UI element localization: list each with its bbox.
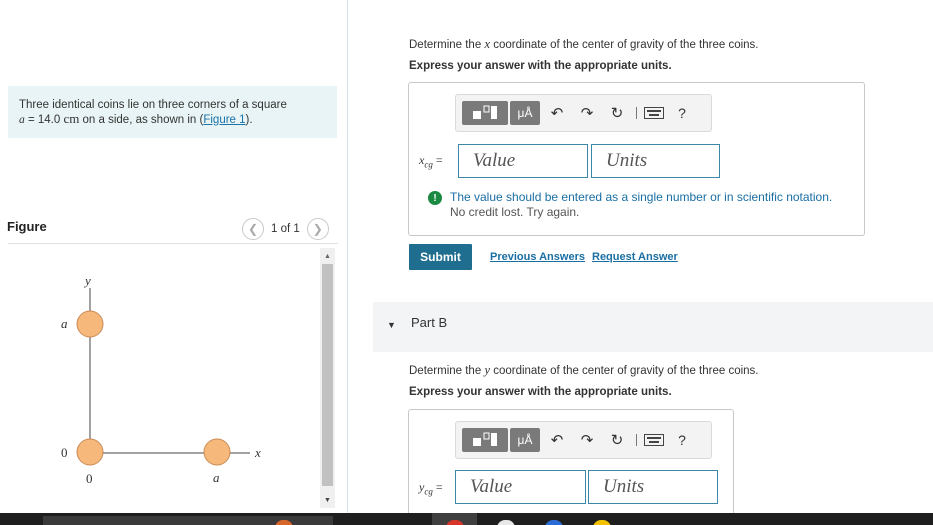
- help-icon[interactable]: ?: [669, 432, 695, 448]
- part-a-value-input[interactable]: Value: [458, 144, 588, 178]
- part-a-var-sub: cg: [424, 159, 433, 170]
- units-icon[interactable]: μÅ: [510, 428, 540, 452]
- chevron-right-icon[interactable]: ❯: [306, 218, 329, 240]
- problem-text-end: ).: [245, 114, 253, 126]
- coin-figure: y x a 0 0 a: [0, 248, 318, 513]
- part-b-value-input[interactable]: Value: [455, 470, 586, 504]
- part-a-question-text: Determine the: [409, 39, 485, 51]
- figure-link[interactable]: Figure 1: [203, 114, 245, 126]
- part-a-toolbar: μÅ ↶ ↷ ↻ ?: [455, 94, 712, 132]
- y-tick-label-0: 0: [61, 445, 68, 460]
- taskbar-app-icon[interactable]: [545, 520, 563, 525]
- template-icon[interactable]: [462, 101, 508, 125]
- figure-pager: ❮ 1 of 1 ❯: [242, 218, 329, 240]
- coin-origin: [76, 438, 104, 466]
- taskbar-app-icon[interactable]: [497, 520, 515, 525]
- coin-top-left: [76, 310, 104, 338]
- help-label: ?: [678, 105, 686, 121]
- undo-icon[interactable]: ↶: [542, 428, 572, 452]
- os-taskbar: [0, 513, 933, 525]
- part-a-units-input[interactable]: Units: [591, 144, 720, 178]
- part-b-question-text-end: coordinate of the center of gravity of t…: [490, 365, 759, 377]
- scroll-down-arrow-icon[interactable]: ▼: [320, 494, 335, 506]
- scroll-thumb[interactable]: [322, 264, 333, 486]
- template-icon[interactable]: [462, 428, 508, 452]
- feedback-message: The value should be entered as a single …: [450, 190, 833, 204]
- problem-value: = 14.0: [24, 114, 64, 126]
- x-tick-label-0: 0: [86, 471, 93, 486]
- part-b-instruction: Express your answer with the appropriate…: [409, 386, 672, 398]
- coin-diagram: y x a 0 0 a: [61, 273, 261, 486]
- figure-heading: Figure: [7, 219, 47, 234]
- part-b-title: Part B: [411, 315, 448, 330]
- part-b-toolbar: μÅ ↶ ↷ ↻ ?: [455, 421, 712, 459]
- units-button-label: μÅ: [517, 433, 533, 447]
- caret-down-icon[interactable]: ▼: [387, 320, 396, 330]
- chevron-left-icon[interactable]: ❮: [242, 218, 264, 240]
- keyboard-icon[interactable]: [639, 428, 669, 452]
- part-a-question: Determine the x coordinate of the center…: [409, 37, 759, 52]
- x-axis-label: x: [254, 445, 261, 460]
- toolbar-separator: [636, 107, 637, 119]
- problem-unit: cm: [63, 111, 80, 126]
- part-a-question-text-end: coordinate of the center of gravity of t…: [490, 39, 759, 51]
- submit-button[interactable]: Submit: [409, 244, 472, 270]
- alert-icon: !: [428, 191, 442, 205]
- redo-icon[interactable]: ↷: [572, 101, 602, 125]
- x-tick-label-a: a: [213, 470, 220, 485]
- coin-bottom-right: [203, 438, 231, 466]
- part-b-header[interactable]: ▼ Part B: [373, 302, 933, 352]
- part-b-question: Determine the y coordinate of the center…: [409, 363, 759, 378]
- feedback-note: No credit lost. Try again.: [450, 205, 580, 219]
- pager-text: 1 of 1: [271, 223, 300, 235]
- undo-icon[interactable]: ↶: [542, 101, 572, 125]
- toolbar-separator: [636, 434, 637, 446]
- request-answer-link[interactable]: Request Answer: [592, 251, 678, 263]
- part-a-feedback: ! The value should be entered as a singl…: [428, 190, 832, 220]
- folder-icon[interactable]: [593, 520, 611, 525]
- problem-text: Three identical coins lie on three corne…: [19, 99, 287, 111]
- reset-icon[interactable]: ↻: [602, 428, 632, 452]
- redo-icon[interactable]: ↷: [572, 428, 602, 452]
- units-button-label: μÅ: [517, 106, 533, 120]
- problem-text-cont: on a side, as shown in (: [79, 114, 204, 126]
- figure-scrollbar[interactable]: ▲ ▼: [320, 248, 335, 508]
- help-icon[interactable]: ?: [669, 105, 695, 121]
- previous-answers-link[interactable]: Previous Answers: [490, 251, 585, 263]
- y-tick-label-a: a: [61, 316, 68, 331]
- part-b-question-text: Determine the: [409, 365, 485, 377]
- part-b-variable-label: ycg =: [419, 480, 443, 497]
- part-a-variable-label: xcg =: [419, 153, 443, 170]
- reset-icon[interactable]: ↻: [602, 101, 632, 125]
- help-label: ?: [678, 432, 686, 448]
- part-b-var-sub: cg: [424, 486, 433, 497]
- y-axis-label: y: [83, 273, 91, 288]
- keyboard-icon[interactable]: [639, 101, 669, 125]
- scroll-up-arrow-icon[interactable]: ▲: [320, 250, 335, 262]
- units-icon[interactable]: μÅ: [510, 101, 540, 125]
- part-a-instruction: Express your answer with the appropriate…: [409, 60, 672, 72]
- problem-statement: Three identical coins lie on three corne…: [8, 86, 337, 138]
- part-b-units-input[interactable]: Units: [588, 470, 718, 504]
- figure-divider: [8, 243, 338, 244]
